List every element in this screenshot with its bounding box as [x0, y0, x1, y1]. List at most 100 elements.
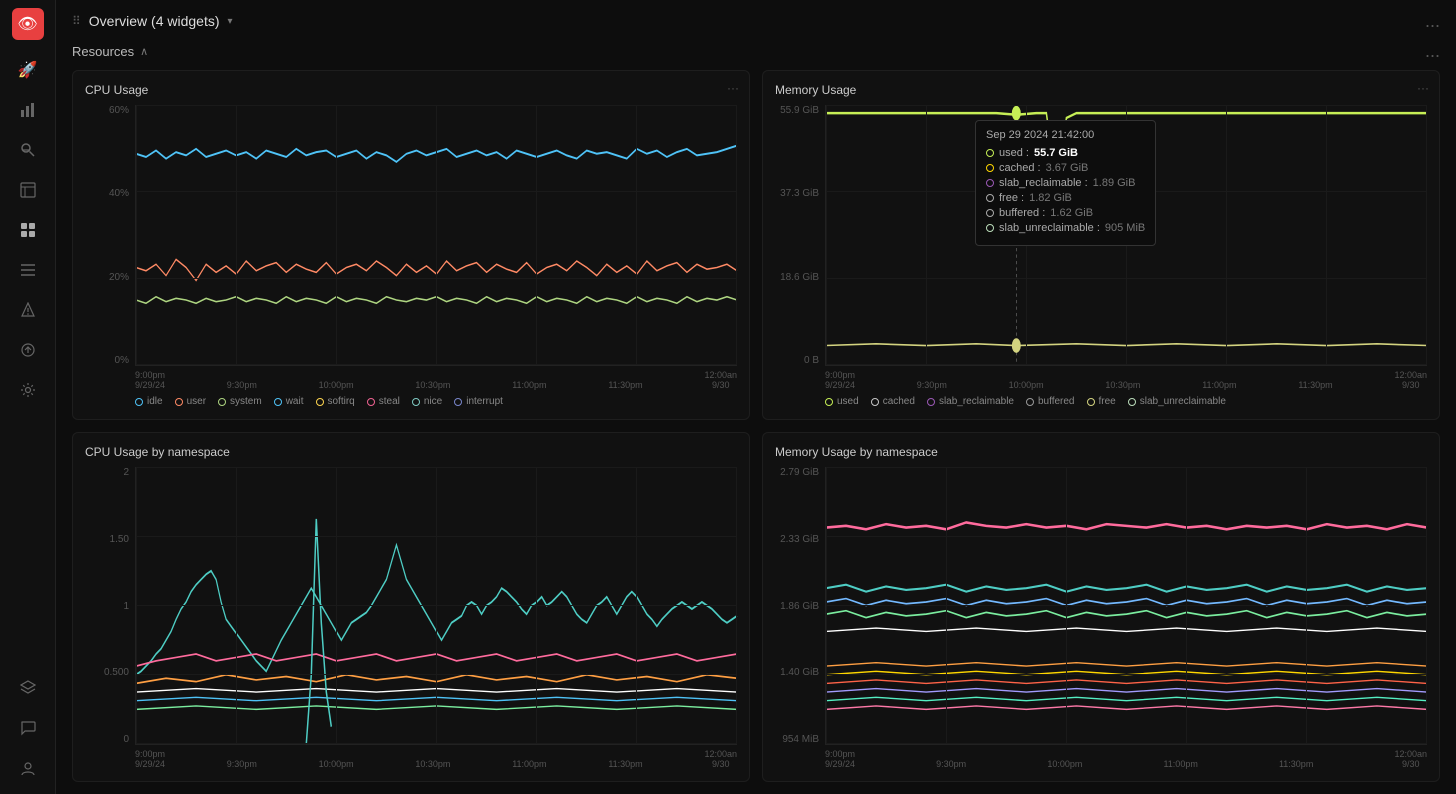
sidebar-item-alerts[interactable] — [10, 292, 46, 328]
cpu-grid-vlines — [136, 105, 737, 365]
sidebar-item-deploy[interactable] — [10, 332, 46, 368]
sidebar-item-rocket[interactable]: 🚀 — [10, 52, 46, 88]
sidebar-item-search[interactable] — [10, 132, 46, 168]
cpu-ns-x-6: 12:00an9/30 — [704, 749, 737, 769]
cpu-ns-title: CPU Usage by namespace — [85, 445, 737, 459]
memory-y-18: 18.6 GiB — [780, 272, 819, 283]
memory-ns-chart-inner — [825, 467, 1427, 745]
memory-legend-slab-unrec-label: slab_unreclaimable — [1140, 396, 1226, 407]
memory-chart-more-button[interactable]: ··· — [1417, 81, 1429, 95]
sidebar-item-profile[interactable] — [10, 750, 46, 786]
memory-legend-cached-label: cached — [883, 396, 915, 407]
memory-x-1: 9:30pm — [917, 380, 947, 390]
cpu-namespace-panel: CPU Usage by namespace 2 1.50 1 0.500 0 — [72, 432, 750, 782]
cpu-legend-idle: idle — [135, 396, 163, 407]
memory-grid-vlines — [826, 105, 1427, 365]
header-chevron-icon[interactable]: ▾ — [228, 16, 233, 27]
cpu-ns-chart-inner — [135, 467, 737, 745]
cpu-legend-wait-dot — [274, 398, 282, 406]
memory-ns-grid-vlines — [826, 467, 1427, 744]
sidebar-bottom — [10, 670, 46, 786]
memory-legend-used-dot — [825, 398, 833, 406]
memory-legend-used: used — [825, 396, 859, 407]
cpu-legend-idle-dot — [135, 398, 143, 406]
sidebar-item-settings[interactable] — [10, 372, 46, 408]
cpu-legend-system-dot — [218, 398, 226, 406]
resources-more-button[interactable]: ... — [1425, 42, 1440, 60]
sidebar-item-layers[interactable] — [10, 670, 46, 706]
memory-x-4: 11:00pm — [1202, 380, 1236, 390]
memory-chart-title: Memory Usage — [775, 83, 1427, 97]
sidebar-item-analytics[interactable] — [10, 92, 46, 128]
cpu-x-label-2: 10:00pm — [319, 380, 354, 390]
sidebar: 👁 🚀 — [0, 0, 56, 794]
memory-legend-slab-unrec-dot — [1128, 398, 1136, 406]
cpu-y-label-40: 40% — [109, 188, 129, 199]
sidebar-item-list[interactable] — [10, 252, 46, 288]
charts-grid: CPU Usage ··· 60% 40% 20% 0% — [72, 70, 1440, 782]
memory-ns-y-186: 1.86 GiB — [780, 601, 819, 612]
cpu-legend-steal-dot — [367, 398, 375, 406]
cpu-legend-system: system — [218, 396, 262, 407]
cpu-legend-user-dot — [175, 398, 183, 406]
cpu-chart-more-button[interactable]: ··· — [727, 81, 739, 95]
cpu-legend-nice-dot — [412, 398, 420, 406]
cpu-ns-y-1: 1 — [123, 601, 129, 612]
cpu-chart-inner — [135, 105, 737, 366]
sidebar-item-chat[interactable] — [10, 710, 46, 746]
resources-chevron-icon[interactable]: ∧ — [140, 45, 148, 58]
cpu-legend-nice: nice — [412, 396, 442, 407]
memory-legend-free: free — [1087, 396, 1116, 407]
memory-namespace-panel: Memory Usage by namespace 2.79 GiB 2.33 … — [762, 432, 1440, 782]
memory-x-2: 10:00pm — [1009, 380, 1044, 390]
cpu-legend: idle user system wait softirq — [85, 396, 737, 407]
cpu-x-label-0: 9:00pm9/29/24 — [135, 370, 165, 390]
cpu-legend-softirq-dot — [316, 398, 324, 406]
memory-x-3: 10:30pm — [1105, 380, 1140, 390]
cpu-legend-interrupt: interrupt — [454, 396, 503, 407]
cpu-legend-interrupt-label: interrupt — [466, 396, 503, 407]
top-bar: ⠿ Overview (4 widgets) ▾ ... — [72, 12, 1440, 30]
memory-y-0: 0 B — [804, 355, 819, 366]
cpu-legend-idle-label: idle — [147, 396, 163, 407]
cpu-y-axis: 60% 40% 20% 0% — [85, 105, 135, 366]
memory-legend-buffered-label: buffered — [1038, 396, 1075, 407]
memory-ns-x-5: 12:00an9/30 — [1394, 749, 1427, 769]
memory-x-0: 9:00pm9/29/24 — [825, 370, 855, 390]
cpu-x-axis: 9:00pm9/29/24 9:30pm 10:00pm 10:30pm 11:… — [135, 366, 737, 390]
cpu-ns-x-axis: 9:00pm9/29/24 9:30pm 10:00pm 10:30pm 11:… — [135, 745, 737, 769]
cpu-ns-y-0: 0 — [123, 734, 129, 745]
app-logo[interactable]: 👁 — [12, 8, 44, 40]
memory-ns-y-954: 954 MiB — [782, 734, 819, 745]
cpu-ns-x-4: 11:00pm — [512, 759, 546, 769]
header-more-button[interactable]: ... — [1425, 12, 1440, 30]
main-content: ⠿ Overview (4 widgets) ▾ ... Resources ∧… — [56, 0, 1456, 794]
cpu-chart-title: CPU Usage — [85, 83, 737, 97]
memory-legend-cached: cached — [871, 396, 915, 407]
cpu-ns-x-2: 10:00pm — [319, 759, 354, 769]
memory-chart-area: 55.9 GiB 37.3 GiB 18.6 GiB 0 B — [775, 105, 1427, 390]
memory-ns-y-axis: 2.79 GiB 2.33 GiB 1.86 GiB 1.40 GiB 954 … — [775, 467, 825, 745]
cpu-ns-x-3: 10:30pm — [415, 759, 450, 769]
memory-ns-x-0: 9:00pm9/29/24 — [825, 749, 855, 769]
logo-icon: 👁 — [17, 14, 37, 34]
cpu-ns-x-0: 9:00pm9/29/24 — [135, 749, 165, 769]
cpu-legend-steal-label: steal — [379, 396, 400, 407]
sidebar-item-table[interactable] — [10, 172, 46, 208]
cpu-x-label-5: 11:30pm — [608, 380, 642, 390]
memory-legend-slab-rec-label: slab_reclaimable — [939, 396, 1014, 407]
cpu-x-label-1: 9:30pm — [227, 380, 257, 390]
memory-ns-x-1: 9:30pm — [936, 759, 966, 769]
cpu-legend-user: user — [175, 396, 206, 407]
cpu-chart-area: 60% 40% 20% 0% — [85, 105, 737, 390]
memory-legend-used-label: used — [837, 396, 859, 407]
resources-label: Resources — [72, 44, 134, 59]
sidebar-item-dashboard[interactable] — [10, 212, 46, 248]
cpu-legend-interrupt-dot — [454, 398, 462, 406]
drag-handle-icon: ⠿ — [72, 14, 81, 28]
memory-legend: used cached slab_reclaimable buffered fr… — [775, 396, 1427, 407]
memory-legend-slab-rec: slab_reclaimable — [927, 396, 1014, 407]
cpu-y-label-0: 0% — [115, 355, 129, 366]
cpu-legend-user-label: user — [187, 396, 206, 407]
cpu-ns-x-1: 9:30pm — [227, 759, 257, 769]
